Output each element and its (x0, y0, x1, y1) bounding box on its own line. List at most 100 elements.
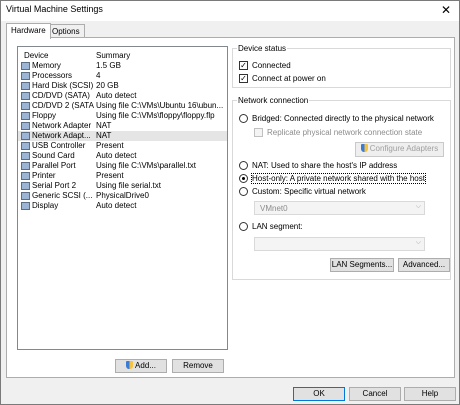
floppy-icon (21, 112, 30, 120)
connect-at-power-on-checkbox[interactable]: ✓ (239, 74, 248, 83)
host-only-radio[interactable] (239, 174, 248, 183)
serial-port-icon (21, 182, 30, 190)
device-list[interactable]: Device Summary Memory 1.5 GB Processors 4 Ha… (17, 46, 228, 350)
hardware-tab-panel: Device Summary Memory 1.5 GB Processors 4 Ha… (6, 37, 455, 378)
device-summary: Using file C:\VMs\floppy\floppy.flp (96, 111, 215, 120)
device-name: Memory (32, 61, 61, 70)
add-device-button[interactable]: Add... (115, 359, 167, 373)
device-name: Parallel Port (32, 161, 76, 170)
lan-segment-label: LAN segment: (252, 222, 303, 231)
device-summary: Using file C:\VMs\parallel.txt (96, 161, 197, 170)
virtual-machine-settings-dialog: Virtual Machine Settings ✕ Hardware Opti… (0, 0, 460, 405)
replicate-state-label: Replicate physical network connection st… (267, 128, 423, 137)
tab-options[interactable]: Options (47, 24, 85, 38)
configure-adapters-label: Configure Adapters (369, 144, 439, 153)
tab-hardware[interactable]: Hardware (6, 23, 51, 39)
column-header-summary[interactable]: Summary (96, 51, 130, 60)
device-name: USB Controller (32, 141, 86, 150)
hard-disk-icon (21, 82, 30, 90)
device-name: CD/DVD (SATA) (32, 91, 90, 100)
device-row[interactable]: Processors 4 (18, 71, 227, 81)
device-row[interactable]: CD/DVD (SATA) Auto detect (18, 91, 227, 101)
bridged-label: Bridged: Connected directly to the physi… (252, 114, 434, 123)
add-device-button-label: Add... (135, 361, 156, 370)
chevron-down-icon: ⌵ (415, 203, 421, 210)
network-connection-group: Network connection Bridged: Connected di… (232, 96, 451, 280)
device-summary: Using file C:\VMs\Ubuntu 16\ubun... (96, 101, 224, 110)
device-row[interactable]: Network Adapt... NAT (18, 131, 227, 141)
shield-icon (126, 361, 134, 369)
device-summary: PhysicalDrive0 (96, 191, 149, 200)
network-adapter-icon (21, 132, 30, 140)
device-name: Hard Disk (SCSI) (32, 81, 94, 90)
remove-device-button[interactable]: Remove (172, 359, 224, 373)
device-row[interactable]: Generic SCSI (... PhysicalDrive0 (18, 191, 227, 201)
parallel-port-icon (21, 162, 30, 170)
device-name: Generic SCSI (... (32, 191, 93, 200)
window-title: Virtual Machine Settings (6, 4, 103, 14)
network-connection-legend: Network connection (237, 96, 310, 105)
custom-network-value: VMnet0 (260, 204, 288, 213)
connected-label: Connected (252, 61, 291, 70)
connected-checkbox[interactable]: ✓ (239, 61, 248, 70)
device-row[interactable]: Sound Card Auto detect (18, 151, 227, 161)
connect-at-power-on-label: Connect at power on (252, 74, 326, 83)
device-summary: Auto detect (96, 91, 137, 100)
cancel-button[interactable]: Cancel (349, 387, 401, 401)
advanced-button[interactable]: Advanced... (398, 258, 450, 272)
shield-icon (360, 144, 368, 152)
column-header-device[interactable]: Device (24, 51, 48, 60)
lan-segment-radio[interactable] (239, 222, 248, 231)
sound-card-icon (21, 152, 30, 160)
lan-segments-button[interactable]: LAN Segments... (330, 258, 394, 272)
host-only-label: Host-only: A private network shared with… (251, 173, 426, 184)
custom-network-select[interactable]: VMnet0 ⌵ (254, 201, 425, 215)
device-summary: Using file serial.txt (96, 181, 161, 190)
device-name: Floppy (32, 111, 57, 120)
device-row[interactable]: Floppy Using file C:\VMs\floppy\floppy.fl… (18, 111, 227, 121)
device-row[interactable]: Serial Port 2 Using file serial.txt (18, 181, 227, 191)
network-adapter-icon (21, 122, 30, 130)
device-summary: Auto detect (96, 201, 137, 210)
device-row[interactable]: CD/DVD 2 (SATA) Using file C:\VMs\Ubuntu … (18, 101, 227, 111)
device-summary: NAT (96, 131, 112, 140)
nat-label: NAT: Used to share the host's IP address (252, 161, 398, 170)
nat-radio[interactable] (239, 161, 248, 170)
device-summary: Present (96, 141, 124, 150)
replicate-state-checkbox[interactable] (254, 128, 263, 137)
ok-button[interactable]: OK (293, 387, 345, 401)
cd-dvd-icon (21, 102, 30, 110)
device-status-group: Device status ✓ Connected ✓ Connect at p… (232, 44, 451, 88)
device-row[interactable]: Display Auto detect (18, 201, 227, 211)
printer-icon (21, 172, 30, 180)
device-row[interactable]: Printer Present (18, 171, 227, 181)
device-name: Sound Card (32, 151, 75, 160)
device-row[interactable]: Hard Disk (SCSI) 20 GB (18, 81, 227, 91)
device-row[interactable]: Network Adapter NAT (18, 121, 227, 131)
device-list-header: Device Summary (18, 47, 227, 60)
configure-adapters-button[interactable]: Configure Adapters (355, 142, 444, 157)
scsi-icon (21, 192, 30, 200)
device-name: Processors (32, 71, 73, 80)
close-icon[interactable]: ✕ (437, 2, 455, 18)
processor-icon (21, 72, 30, 80)
device-name: Printer (32, 171, 56, 180)
device-name: Serial Port 2 (32, 181, 77, 190)
device-row[interactable]: Memory 1.5 GB (18, 61, 227, 71)
lan-segment-select[interactable]: ⌵ (254, 237, 425, 251)
cd-dvd-icon (21, 92, 30, 100)
title-bar: Virtual Machine Settings ✕ (1, 1, 459, 21)
device-status-legend: Device status (237, 44, 288, 53)
device-name: Network Adapter (32, 121, 92, 130)
custom-radio[interactable] (239, 187, 248, 196)
device-summary: Present (96, 171, 124, 180)
device-name: Network Adapt... (32, 131, 91, 140)
bridged-radio[interactable] (239, 114, 248, 123)
device-summary: 4 (96, 71, 101, 80)
device-summary: 1.5 GB (96, 61, 121, 70)
display-icon (21, 202, 30, 210)
chevron-down-icon: ⌵ (415, 239, 421, 246)
help-button[interactable]: Help (404, 387, 456, 401)
device-row[interactable]: USB Controller Present (18, 141, 227, 151)
device-row[interactable]: Parallel Port Using file C:\VMs\parallel.… (18, 161, 227, 171)
